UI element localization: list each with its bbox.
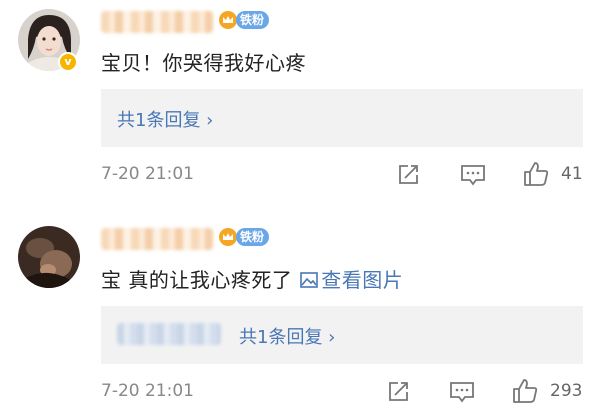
view-picture-label: 查看图片 <box>321 268 404 292</box>
reply-box[interactable]: 共1条回复 › <box>101 89 583 147</box>
view-replies-link[interactable]: 共1条回复 › <box>239 323 335 349</box>
comment-icon <box>450 382 474 403</box>
comment-text: 宝 真的让我心疼死了 查看图片 <box>101 264 403 293</box>
like-icon <box>513 379 538 403</box>
comment-body: 宝 真的让我心疼死了 <box>101 268 293 292</box>
reply-box[interactable]: 共1条回复 › <box>101 306 583 364</box>
like-button[interactable] <box>522 160 552 188</box>
comment-icon <box>461 165 485 186</box>
share-button[interactable] <box>395 162 423 190</box>
like-count: 41 <box>561 164 583 184</box>
username-blurred[interactable] <box>101 11 213 33</box>
replier-name-blurred <box>117 323 221 345</box>
comment-item: 铁粉 宝 真的让我心疼死了 查看图片 共1条回复 › 7-20 21:01 29… <box>0 204 603 419</box>
image-icon <box>300 272 319 288</box>
share-icon <box>389 382 408 401</box>
username-blurred[interactable] <box>101 228 213 250</box>
like-icon <box>524 162 549 186</box>
comment-text: 宝贝！你哭得我好心疼 <box>101 51 306 75</box>
comment-time: 7-20 21:01 <box>101 381 194 401</box>
like-count: 293 <box>550 381 583 401</box>
comment-button[interactable] <box>448 379 478 407</box>
like-button[interactable] <box>511 377 541 405</box>
comment-button[interactable] <box>459 162 489 190</box>
view-picture-link[interactable]: 查看图片 <box>299 268 403 292</box>
comment-item: v 铁粉 宝贝！你哭得我好心疼 共1条回复 › 7-20 21:01 41 <box>0 0 603 204</box>
crown-icon <box>219 11 237 29</box>
fan-badge: 铁粉 <box>236 228 270 246</box>
fan-badge: 铁粉 <box>236 11 270 29</box>
comment-time: 7-20 21:01 <box>101 164 194 184</box>
avatar[interactable] <box>18 226 80 288</box>
share-button[interactable] <box>385 379 413 407</box>
view-replies-link[interactable]: 共1条回复 › <box>117 106 213 132</box>
verified-icon: v <box>58 52 78 72</box>
share-icon <box>399 165 418 184</box>
crown-icon <box>219 228 237 246</box>
